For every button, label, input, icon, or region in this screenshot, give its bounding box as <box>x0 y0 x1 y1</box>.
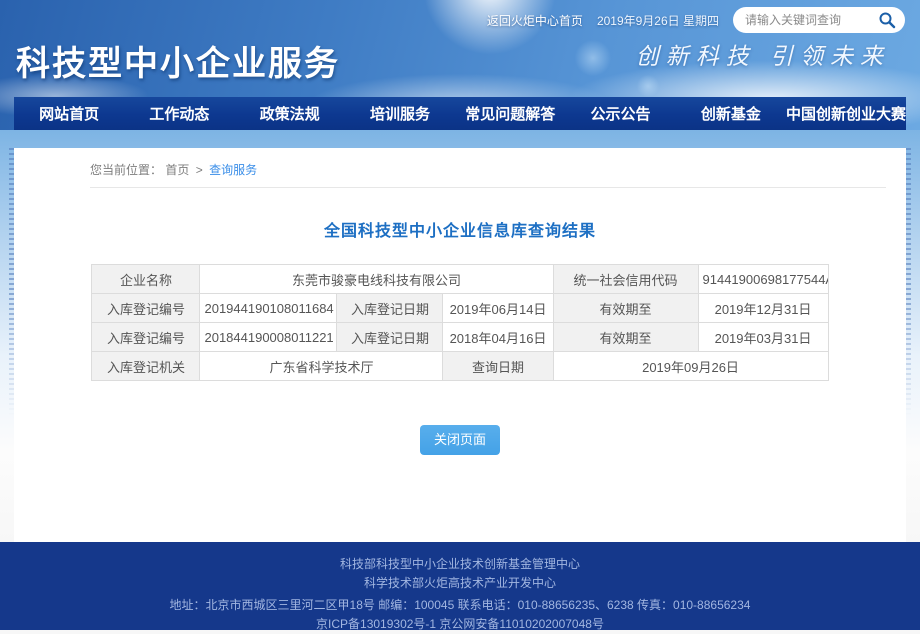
search-button[interactable] <box>877 10 897 30</box>
site-slogan: 创新科技 引领未来 <box>636 37 890 85</box>
label-registration-number: 入库登记编号 <box>92 294 200 323</box>
footer-org-line2: 科学技术部火炬高技术产业开发中心 <box>0 574 920 593</box>
nav-item-policies[interactable]: 政策法规 <box>235 97 345 130</box>
footer-address: 地址：北京市西城区三里河二区甲18号 邮编：100045 联系电话：010-88… <box>0 596 920 615</box>
nav-item-home[interactable]: 网站首页 <box>14 97 124 130</box>
breadcrumb-prefix: 您当前位置： <box>90 163 162 177</box>
nav-item-faq[interactable]: 常见问题解答 <box>455 97 565 130</box>
page-body: 您当前位置： 首页 > 查询服务 全国科技型中小企业信息库查询结果 企业名称 东… <box>0 130 920 542</box>
footer-icp: 京ICP备13019302号-1 京公网安备11010202007048号 <box>0 615 920 634</box>
topbar: 返回火炬中心首页 2019年9月26日 星期四 <box>0 0 920 40</box>
value-registration-date: 2018年04月16日 <box>443 323 553 352</box>
query-result-table: 企业名称 东莞市骏豪电线科技有限公司 统一社会信用代码 914419006981… <box>91 264 828 381</box>
page-title: 全国科技型中小企业信息库查询结果 <box>14 217 906 241</box>
label-registration-date: 入库登记日期 <box>337 294 443 323</box>
breadcrumb-current-link[interactable]: 查询服务 <box>209 163 257 177</box>
value-registration-number: 201944190108011684 <box>200 294 337 323</box>
search-box <box>733 7 905 33</box>
nav-item-competition[interactable]: 中国创新创业大赛 <box>786 97 906 130</box>
table-row: 入库登记编号 201944190108011684 入库登记日期 2019年06… <box>92 294 828 323</box>
page: 返回火炬中心首页 2019年9月26日 星期四 科技型中小企业服务 创新科技 引… <box>0 0 920 630</box>
nav-item-innovation-fund[interactable]: 创新基金 <box>676 97 786 130</box>
brand-row: 科技型中小企业服务 创新科技 引领未来 <box>0 36 920 85</box>
value-credit-code: 91441900698177544A <box>698 265 828 294</box>
nav-item-training[interactable]: 培训服务 <box>345 97 455 130</box>
label-valid-until: 有效期至 <box>553 323 698 352</box>
main-nav: 网站首页 工作动态 政策法规 培训服务 常见问题解答 公示公告 创新基金 中国创… <box>14 97 906 130</box>
value-valid-until: 2019年03月31日 <box>698 323 828 352</box>
breadcrumb-separator: > <box>196 163 203 177</box>
content-panel: 您当前位置： 首页 > 查询服务 全国科技型中小企业信息库查询结果 企业名称 东… <box>14 148 906 542</box>
hero-banner: 返回火炬中心首页 2019年9月26日 星期四 科技型中小企业服务 创新科技 引… <box>0 0 920 130</box>
label-registration-date: 入库登记日期 <box>337 323 443 352</box>
nav-item-work-updates[interactable]: 工作动态 <box>124 97 234 130</box>
site-title: 科技型中小企业服务 <box>16 36 340 85</box>
table-row: 入库登记编号 201844190008011221 入库登记日期 2018年04… <box>92 323 828 352</box>
value-company-name: 东莞市骏豪电线科技有限公司 <box>200 265 553 294</box>
label-company-name: 企业名称 <box>92 265 200 294</box>
search-icon <box>878 11 896 29</box>
label-credit-code: 统一社会信用代码 <box>553 265 698 294</box>
value-registration-authority: 广东省科学技术厅 <box>200 352 443 381</box>
breadcrumb: 您当前位置： 首页 > 查询服务 <box>14 148 906 178</box>
button-row: 关闭页面 <box>14 425 906 455</box>
label-valid-until: 有效期至 <box>553 294 698 323</box>
label-query-date: 查询日期 <box>443 352 553 381</box>
table-row: 企业名称 东莞市骏豪电线科技有限公司 统一社会信用代码 914419006981… <box>92 265 828 294</box>
close-page-button[interactable]: 关闭页面 <box>420 425 500 455</box>
table-row: 入库登记机关 广东省科学技术厅 查询日期 2019年09月26日 <box>92 352 828 381</box>
breadcrumb-divider <box>90 187 886 188</box>
torch-home-link[interactable]: 返回火炬中心首页 <box>487 12 583 29</box>
label-registration-authority: 入库登记机关 <box>92 352 200 381</box>
current-date: 2019年9月26日 星期四 <box>597 12 719 29</box>
breadcrumb-home-link[interactable]: 首页 <box>165 163 189 177</box>
value-registration-date: 2019年06月14日 <box>443 294 553 323</box>
nav-item-announcements[interactable]: 公示公告 <box>565 97 675 130</box>
value-valid-until: 2019年12月31日 <box>698 294 828 323</box>
search-input[interactable] <box>745 13 871 27</box>
label-registration-number: 入库登记编号 <box>92 323 200 352</box>
footer-org-line1: 科技部科技型中小企业技术创新基金管理中心 <box>0 555 920 574</box>
value-registration-number: 201844190008011221 <box>200 323 337 352</box>
page-footer: 科技部科技型中小企业技术创新基金管理中心 科学技术部火炬高技术产业开发中心 地址… <box>0 542 920 630</box>
value-query-date: 2019年09月26日 <box>553 352 828 381</box>
